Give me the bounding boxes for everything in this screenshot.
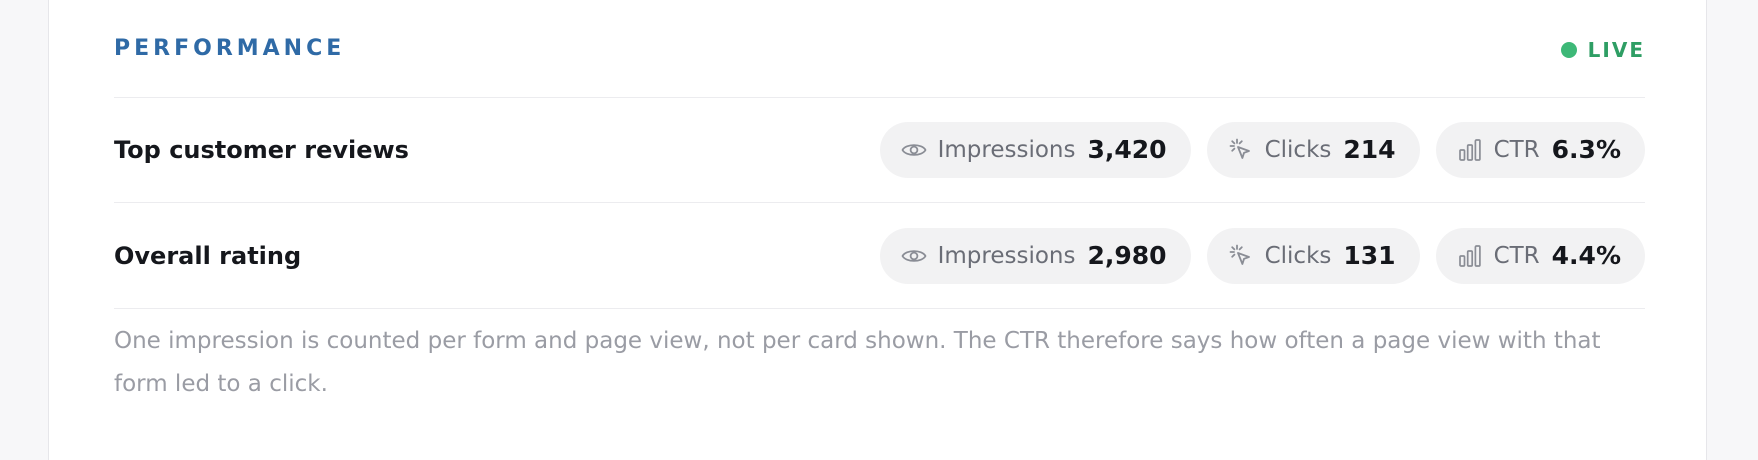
live-dot-icon <box>1560 41 1577 58</box>
card-header: PERFORMANCE LIVE <box>114 0 1645 98</box>
impressions-label: Impressions <box>937 136 1076 163</box>
clicks-pill: Clicks 131 <box>1206 227 1420 284</box>
metric-pills: Impressions 3,420 Clicks 214 CTR 6.3% <box>879 121 1645 178</box>
clicks-label: Clicks <box>1264 242 1332 269</box>
footnote: One impression is counted per form and p… <box>114 328 1601 397</box>
impressions-value: 3,420 <box>1087 135 1167 164</box>
clicks-pill: Clicks 214 <box>1206 121 1420 178</box>
live-indicator: LIVE <box>1560 37 1645 62</box>
performance-card: PERFORMANCE LIVE Top customer reviews Im… <box>48 0 1707 460</box>
clicks-value: 131 <box>1343 241 1396 270</box>
eye-icon <box>900 242 928 270</box>
cursor-click-icon <box>1227 136 1255 164</box>
ctr-label: CTR <box>1493 136 1540 163</box>
clicks-value: 214 <box>1343 135 1396 164</box>
ctr-value: 6.3% <box>1551 135 1621 164</box>
row-label: Overall rating <box>114 241 302 270</box>
bar-chart-icon <box>1456 242 1484 270</box>
ctr-label: CTR <box>1493 242 1540 269</box>
impressions-value: 2,980 <box>1087 241 1167 270</box>
ctr-pill: CTR 4.4% <box>1435 227 1645 284</box>
impressions-pill: Impressions 3,420 <box>879 121 1191 178</box>
live-label: LIVE <box>1587 37 1645 62</box>
metric-row: Top customer reviews Impressions 3,420 C… <box>114 97 1645 203</box>
impressions-pill: Impressions 2,980 <box>879 227 1191 284</box>
section-title: PERFORMANCE <box>114 35 346 61</box>
row-label: Top customer reviews <box>114 135 409 164</box>
ctr-value: 4.4% <box>1551 241 1621 270</box>
eye-icon <box>900 136 928 164</box>
clicks-label: Clicks <box>1264 136 1332 163</box>
metric-pills: Impressions 2,980 Clicks 131 CTR 4.4% <box>879 227 1645 284</box>
bar-chart-icon <box>1456 136 1484 164</box>
metric-row: Overall rating Impressions 2,980 Clicks … <box>114 203 1645 309</box>
impressions-label: Impressions <box>937 242 1076 269</box>
cursor-click-icon <box>1227 242 1255 270</box>
ctr-pill: CTR 6.3% <box>1435 121 1645 178</box>
